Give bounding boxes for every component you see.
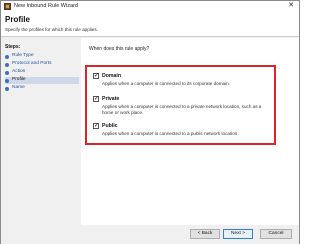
public-checkbox[interactable]: ✓ xyxy=(93,123,99,129)
sidebar-item-label: Profile xyxy=(12,77,26,82)
window-title: New Inbound Rule Wizard xyxy=(14,3,78,9)
sidebar-item-label: Action xyxy=(12,69,26,74)
public-label[interactable]: Public xyxy=(102,123,118,129)
wizard-window: New Inbound Rule Wizard ✕ Profile Specif… xyxy=(0,0,300,244)
back-button[interactable]: < Back xyxy=(190,229,220,239)
sidebar-item-profile[interactable]: Profile xyxy=(5,77,79,84)
domain-checkbox[interactable]: ✓ xyxy=(93,73,99,79)
domain-description: Applies when a computer is connected to … xyxy=(102,81,230,86)
cancel-button[interactable]: Cancel xyxy=(260,229,292,239)
private-description: Applies when a computer is connected to … xyxy=(102,104,262,115)
steps-heading: Steps: xyxy=(5,44,21,50)
private-checkbox[interactable]: ✓ xyxy=(93,96,99,102)
title-bar: New Inbound Rule Wizard ✕ xyxy=(1,1,299,12)
sidebar-item-name[interactable]: Name xyxy=(5,85,79,92)
sidebar-item-label: Name xyxy=(12,85,25,90)
highlight-box: ✓ Domain Applies when a computer is conn… xyxy=(85,65,276,145)
step-bullet-icon xyxy=(5,70,9,75)
main-content: When does this rule apply? ✓ Domain Appl… xyxy=(81,38,299,225)
sidebar-item-label: Rule Type xyxy=(12,53,34,58)
rule-apply-question: When does this rule apply? xyxy=(89,46,150,52)
public-description: Applies when a computer is connected to … xyxy=(102,131,239,136)
step-bullet-icon xyxy=(5,78,9,83)
page-header: Profile Specify the profiles for which t… xyxy=(1,12,299,37)
page-title: Profile xyxy=(5,15,30,24)
sidebar-item-label: Protocol and Ports xyxy=(12,61,52,66)
step-bullet-icon xyxy=(5,86,9,91)
close-icon[interactable]: ✕ xyxy=(287,2,295,10)
steps-sidebar: Steps: Rule Type Protocol and Ports Acti… xyxy=(1,38,81,225)
page-subtitle: Specify the profiles for which this rule… xyxy=(5,27,98,32)
firewall-icon xyxy=(4,3,11,10)
domain-label[interactable]: Domain xyxy=(102,73,121,79)
step-bullet-icon xyxy=(5,54,9,59)
sidebar-item-protocol-and-ports[interactable]: Protocol and Ports xyxy=(5,61,79,68)
private-label[interactable]: Private xyxy=(102,96,119,102)
step-bullet-icon xyxy=(5,62,9,67)
wizard-footer: < Back Next > Cancel xyxy=(1,225,299,244)
next-button[interactable]: Next > xyxy=(223,229,253,239)
sidebar-item-rule-type[interactable]: Rule Type xyxy=(5,53,79,60)
sidebar-item-action[interactable]: Action xyxy=(5,69,79,76)
